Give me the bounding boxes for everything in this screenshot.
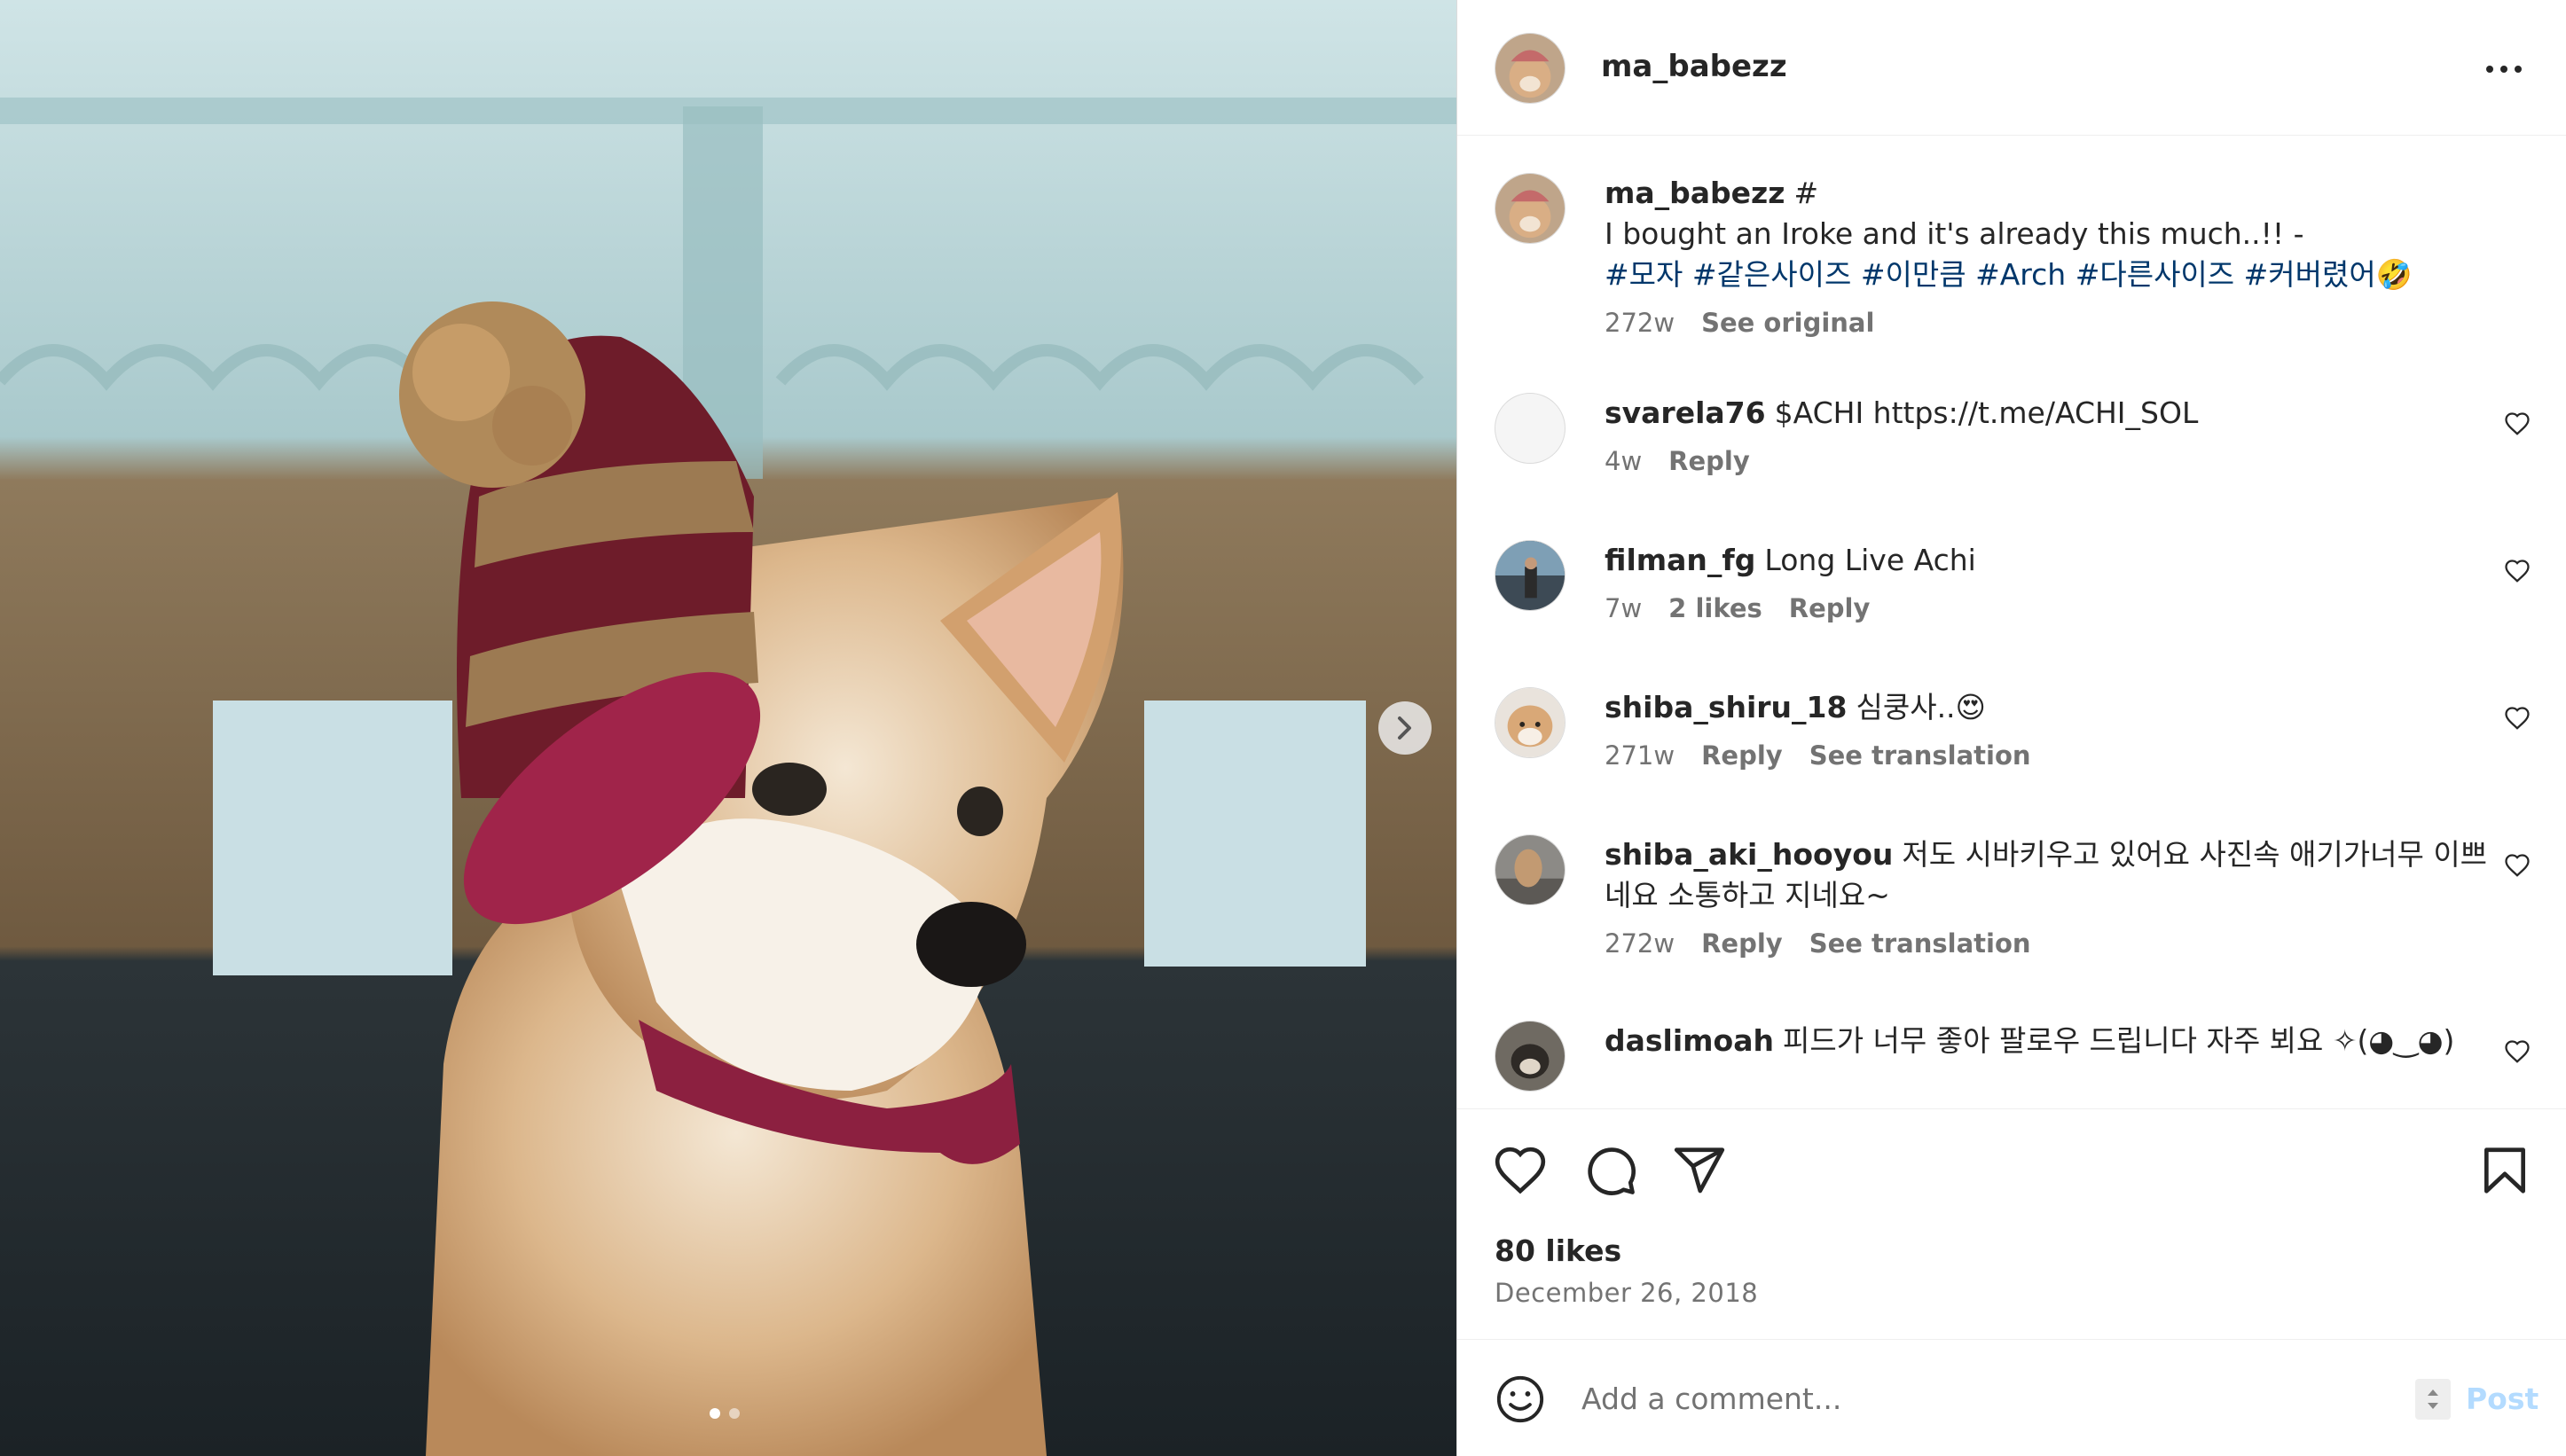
- avatar[interactable]: [1495, 540, 1565, 611]
- comment-username[interactable]: shiba_shiru_18: [1605, 690, 1847, 724]
- comment-text: shiba_aki_hooyou 저도 시바키우고 있어요 사진속 애기가너무 이…: [1605, 834, 2500, 916]
- hashtag-link[interactable]: #이만큼: [1861, 257, 1966, 292]
- comment-time: 271w: [1605, 740, 1675, 771]
- add-comment-bar: Post: [1457, 1339, 2566, 1456]
- caption-username[interactable]: ma_babezz: [1605, 176, 1785, 210]
- comment-icon[interactable]: [1583, 1143, 1638, 1198]
- post-header: ma_babezz: [1457, 0, 2566, 136]
- comment-meta: 272w Reply See translation: [1605, 928, 2031, 959]
- input-spinner[interactable]: [2415, 1379, 2451, 1420]
- heart-icon[interactable]: [2504, 411, 2531, 437]
- comment-text: svarela76 $ACHI https://t.me/ACHI_SOL: [1605, 393, 2500, 434]
- reply-button[interactable]: Reply: [1701, 740, 1783, 771]
- chevron-right-icon: [1398, 716, 1411, 740]
- hashtag-link[interactable]: #같은사이즈: [1692, 257, 1851, 292]
- bookmark-icon[interactable]: [2477, 1143, 2532, 1198]
- caption-text: ma_babezz # I bought an Iroke and it's al…: [1605, 173, 2500, 295]
- comment-body: $ACHI https://t.me/ACHI_SOL: [1774, 395, 2199, 430]
- see-translation-button[interactable]: See translation: [1809, 740, 2031, 771]
- comment-username[interactable]: svarela76: [1605, 395, 1766, 430]
- comment-time: 4w: [1605, 446, 1643, 476]
- reply-button[interactable]: Reply: [1701, 928, 1783, 959]
- emoji-icon[interactable]: [1495, 1374, 1546, 1425]
- comment-input[interactable]: [1581, 1374, 2309, 1423]
- post-photo: [0, 0, 1456, 1456]
- avatar[interactable]: [1495, 393, 1565, 464]
- comment-username[interactable]: daslimoah: [1605, 1023, 1774, 1058]
- hashtag-link[interactable]: #모자: [1605, 257, 1683, 292]
- reply-button[interactable]: Reply: [1789, 593, 1871, 623]
- heart-icon[interactable]: [2504, 705, 2531, 732]
- comment-body: Long Live Achi: [1764, 543, 1976, 577]
- see-translation-button[interactable]: See translation: [1809, 928, 2031, 959]
- heart-icon[interactable]: [2504, 558, 2531, 584]
- comment-time: 272w: [1605, 928, 1675, 959]
- more-options-icon[interactable]: [2477, 50, 2531, 89]
- avatar[interactable]: [1495, 33, 1565, 104]
- reply-button[interactable]: Reply: [1668, 446, 1750, 476]
- avatar[interactable]: [1495, 834, 1565, 905]
- hashtag-link[interactable]: #Arch: [1975, 257, 2066, 292]
- post-sidebar: ma_babezz ma_babezz # I bought an Iroke …: [1456, 0, 2566, 1456]
- hashtag-link[interactable]: #커버렸어🤣: [2244, 257, 2413, 292]
- heart-icon[interactable]: [1493, 1143, 1548, 1198]
- carousel-dot: [729, 1408, 740, 1419]
- comment-body: 피드가 너무 좋아 팔로우 드립니다 자주 뵈요 ✧(◕‿◕): [1782, 1023, 2455, 1058]
- comment-username[interactable]: filman_fg: [1605, 543, 1755, 577]
- see-original-button[interactable]: See original: [1701, 308, 1874, 338]
- caption-hash-mark: #: [1793, 176, 1819, 210]
- comment-text: daslimoah 피드가 너무 좋아 팔로우 드립니다 자주 뵈요 ✧(◕‿◕): [1605, 1021, 2500, 1061]
- comments-list[interactable]: ma_babezz # I bought an Iroke and it's al…: [1457, 136, 2566, 1108]
- likes-count[interactable]: 80 likes: [1495, 1233, 1621, 1268]
- post-actions: 80 likes December 26, 2018: [1457, 1108, 2566, 1339]
- comment-meta: 271w Reply See translation: [1605, 740, 2031, 771]
- post-media: [0, 0, 1456, 1456]
- caption-time: 272w: [1605, 308, 1675, 338]
- heart-icon[interactable]: [2504, 852, 2531, 879]
- avatar[interactable]: [1495, 1021, 1565, 1092]
- comment-username[interactable]: shiba_aki_hooyou: [1605, 837, 1893, 872]
- comment-body: 심쿵사..😍: [1856, 690, 1986, 724]
- caption-body: I bought an Iroke and it's already this …: [1605, 216, 2304, 251]
- next-image-button[interactable]: [1378, 701, 1432, 755]
- caption-hashtags: #모자 #같은사이즈 #이만큼 #Arch #다른사이즈 #커버렸어🤣: [1605, 254, 2500, 295]
- post-author-username[interactable]: ma_babezz: [1601, 49, 1787, 84]
- hashtag-link[interactable]: #다른사이즈: [2076, 257, 2234, 292]
- carousel-indicator: [710, 1408, 740, 1419]
- comment-meta: 4w Reply: [1605, 446, 1750, 476]
- comment-text: filman_fg Long Live Achi: [1605, 540, 2500, 581]
- post-comment-button[interactable]: Post: [2466, 1382, 2539, 1416]
- heart-icon[interactable]: [2504, 1038, 2531, 1065]
- avatar[interactable]: [1495, 687, 1565, 758]
- caption-meta: 272w See original: [1605, 308, 1874, 338]
- comment-text: shiba_shiru_18 심쿵사..😍: [1605, 687, 2500, 728]
- avatar[interactable]: [1495, 173, 1565, 244]
- send-icon[interactable]: [1672, 1143, 1727, 1198]
- comment-time: 7w: [1605, 593, 1643, 623]
- post-date[interactable]: December 26, 2018: [1495, 1278, 1758, 1308]
- comment-likes[interactable]: 2 likes: [1668, 593, 1762, 623]
- carousel-dot: [710, 1408, 720, 1419]
- comment-meta: 7w 2 likes Reply: [1605, 593, 1870, 623]
